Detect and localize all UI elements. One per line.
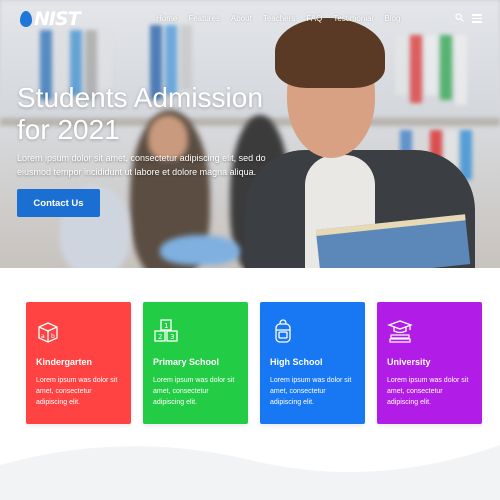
nav-item-blog[interactable]: Blog [384,14,400,23]
card-title: University [387,357,431,367]
card-primary-school[interactable]: 1 2 3 Primary School Lorem ipsum was dol… [143,302,248,424]
card-university[interactable]: University Lorem ipsum was dolor sit ame… [377,302,482,424]
search-icon[interactable] [455,13,464,22]
books-decoration [395,35,467,105]
svg-text:a: a [41,333,45,340]
card-description: Lorem ipsum was dolor sit amet, consecte… [270,377,352,406]
graduation-cap-icon [387,320,413,343]
nav-item-teachers[interactable]: Teachers [263,14,295,23]
top-navigation: NIST Home Features About Teachers FAQ Te… [0,0,500,40]
decorative-wave [0,445,500,500]
logo-text: NIST [34,8,81,30]
number-blocks-icon: 1 2 3 [154,319,178,342]
nav-item-testimonial[interactable]: Testimonial [333,14,373,23]
contact-us-button[interactable]: Contact Us [17,189,100,217]
backpack-icon [275,319,291,343]
hero-section: NIST Home Features About Teachers FAQ Te… [0,0,500,268]
abc-blocks-icon: a b [38,322,58,343]
svg-text:1: 1 [164,322,168,330]
card-title: Primary School [153,357,220,367]
school-levels-section: a b Kindergarten Lorem ipsum was dolor s… [26,302,482,424]
card-kindergarten[interactable]: a b Kindergarten Lorem ipsum was dolor s… [26,302,131,424]
hero-title-line1: Students Admission [17,82,263,113]
hero-title: Students Admission for 2021 [17,82,327,146]
card-description: Lorem ipsum was dolor sit amet, consecte… [36,377,118,406]
nav-menu: Home Features About Teachers FAQ Testimo… [156,14,400,23]
drop-logo-icon [20,11,32,27]
svg-text:b: b [51,333,55,340]
card-description: Lorem ipsum was dolor sit amet, consecte… [387,377,469,406]
card-title: Kindergarten [36,357,93,367]
brand-logo[interactable]: NIST [20,8,81,30]
svg-text:2: 2 [158,333,162,341]
hero-title-line2: for 2021 [17,114,120,145]
nav-item-faq[interactable]: FAQ [306,14,322,23]
nav-item-home[interactable]: Home [156,14,177,23]
background-book [160,235,240,265]
hero-description: Lorem ipsum dolor sit amet, consectetur … [17,153,266,177]
nav-item-features[interactable]: Features [188,14,220,23]
nav-item-about[interactable]: About [231,14,252,23]
svg-text:3: 3 [170,333,174,341]
card-title: High School [270,357,323,367]
hamburger-menu-icon[interactable] [472,14,482,25]
card-description: Lorem ipsum was dolor sit amet, consecte… [153,377,235,406]
card-high-school[interactable]: High School Lorem ipsum was dolor sit am… [260,302,365,424]
